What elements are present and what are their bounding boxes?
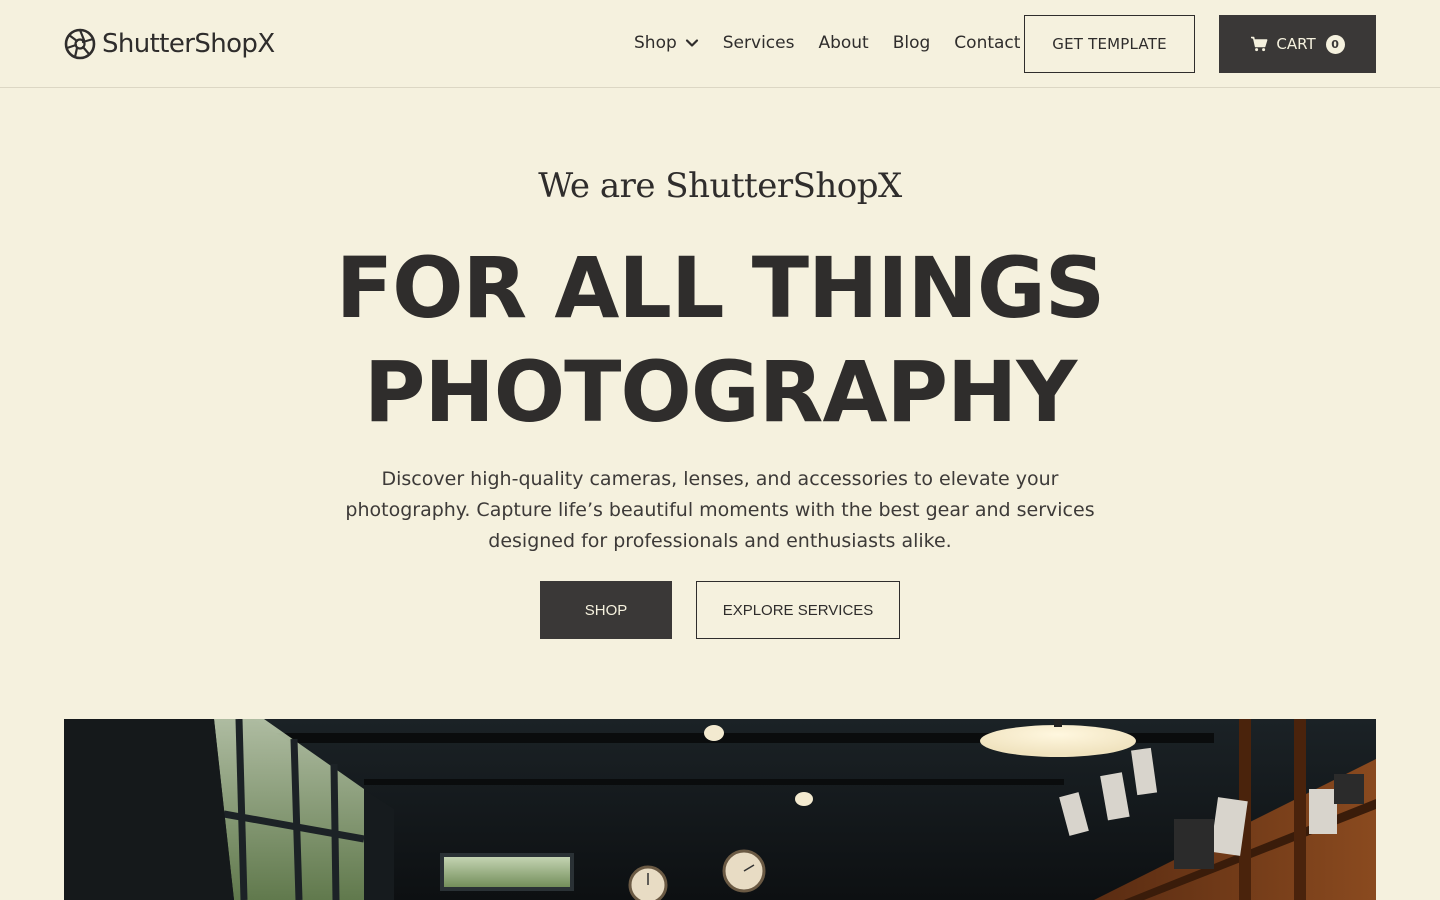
nav-item-shop[interactable]: Shop xyxy=(634,33,699,53)
nav-item-label: Shop xyxy=(634,33,677,53)
nav-item-blog[interactable]: Blog xyxy=(893,33,931,53)
cart-button[interactable]: CART 0 xyxy=(1219,15,1376,73)
headline-line-1: FOR ALL THINGS xyxy=(335,239,1106,337)
main-nav: Shop Services About Blog Contact xyxy=(634,28,1020,58)
get-template-button[interactable]: GET TEMPLATE xyxy=(1024,15,1195,73)
cart-count-badge: 0 xyxy=(1325,34,1345,54)
hero-eyebrow: We are ShutterShopX xyxy=(538,166,902,206)
cart-label: CART xyxy=(1276,35,1316,53)
shop-button[interactable]: SHOP xyxy=(540,581,672,639)
shopping-cart-icon xyxy=(1251,36,1268,52)
nav-item-contact[interactable]: Contact xyxy=(954,33,1020,53)
camera-aperture-icon xyxy=(64,28,96,60)
site-header: ShutterShopX Shop Services About Blog Co… xyxy=(0,0,1440,88)
headline-line-2: PHOTOGRAPHY xyxy=(363,343,1077,441)
hero-description: Discover high-quality cameras, lenses, a… xyxy=(345,468,1095,552)
hero-headline: FOR ALL THINGS PHOTOGRAPHY xyxy=(0,236,1440,444)
nav-item-about[interactable]: About xyxy=(818,33,868,53)
studio-interior-illustration xyxy=(64,719,1376,900)
nav-item-services[interactable]: Services xyxy=(723,33,795,53)
hero-image xyxy=(64,719,1376,900)
chevron-down-icon xyxy=(685,39,698,47)
explore-services-button[interactable]: EXPLORE SERVICES xyxy=(696,581,900,639)
logo-link[interactable]: ShutterShopX xyxy=(64,26,275,62)
logo-text: ShutterShopX xyxy=(102,29,275,59)
